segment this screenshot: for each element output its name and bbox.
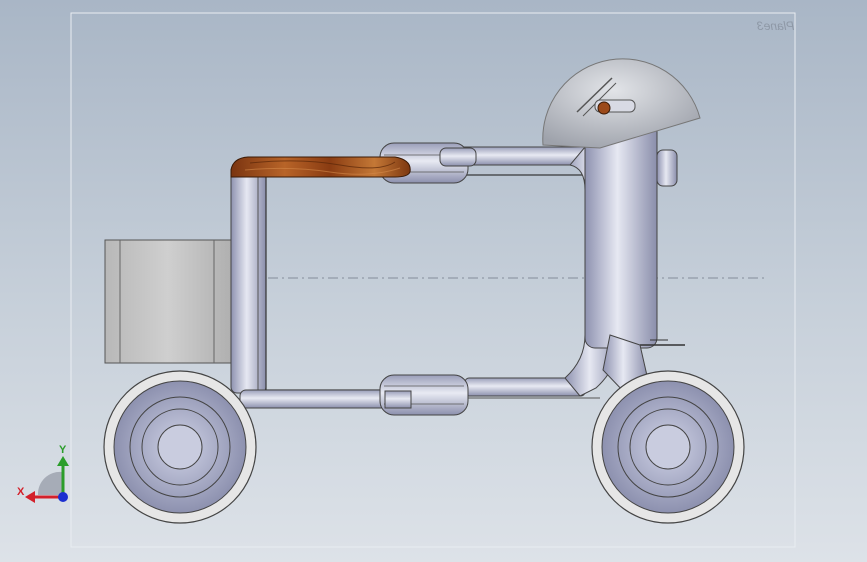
side-knob (656, 149, 678, 187)
bottom-hinge-joint[interactable] (379, 374, 469, 416)
model-canvas[interactable] (0, 0, 867, 562)
rear-wheel[interactable] (103, 370, 257, 524)
wooden-seat[interactable] (230, 156, 411, 178)
dome-canopy[interactable] (542, 58, 701, 149)
cad-graphics-viewport[interactable]: Plane3 X Y (0, 0, 867, 562)
handle-grip (597, 101, 611, 115)
plane-label: Plane3 (757, 19, 795, 33)
storage-box[interactable] (104, 239, 232, 364)
rear-frame-tube[interactable] (230, 164, 267, 394)
front-wheel[interactable] (591, 370, 745, 524)
frame-inner-outline (265, 174, 587, 391)
x-axis-label: X (17, 486, 25, 498)
y-axis-label: Y (59, 444, 67, 456)
reference-triad (25, 456, 69, 503)
